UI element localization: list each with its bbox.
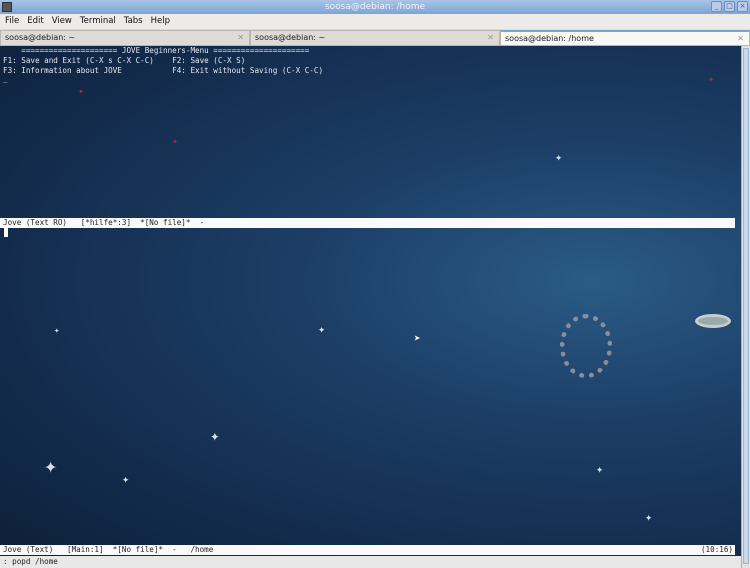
- close-tab-icon[interactable]: ✕: [487, 31, 494, 45]
- terminal-area[interactable]: ✦ ✦ ✦ ✦ ✦ ✦ ✦ ✦ ✦ ✦ ✦ ==================…: [0, 46, 741, 568]
- tab-label: soosa@debian: /home: [505, 34, 594, 43]
- top-mode-line: Jove (Text RO) [*hilfe*:3] *[No file]* -: [0, 218, 735, 228]
- mouse-pointer-icon: ➤: [414, 332, 421, 345]
- title-bar: soosa@debian: /home _ □ ×: [0, 0, 750, 14]
- minibuffer[interactable]: : popd /home: [0, 556, 741, 568]
- terminal-line: F3: Information about JOVE F4: Exit with…: [3, 66, 324, 75]
- menu-edit[interactable]: Edit: [27, 14, 43, 29]
- close-tab-icon[interactable]: ✕: [237, 31, 244, 45]
- star-icon: ✦: [122, 472, 130, 486]
- star-icon: ✦: [645, 510, 653, 524]
- scrollbar-thumb[interactable]: [743, 48, 749, 564]
- star-icon: ✦: [318, 322, 326, 336]
- menu-bar: File Edit View Terminal Tabs Help: [0, 14, 750, 29]
- star-icon: ✦: [210, 426, 220, 445]
- menu-terminal[interactable]: Terminal: [80, 14, 116, 29]
- text-cursor: [4, 228, 8, 237]
- terminal-cursor: _: [3, 74, 8, 83]
- clock: (10:16): [700, 545, 733, 554]
- star-icon: ✦: [555, 150, 563, 164]
- debian-swirl-icon: [560, 314, 612, 378]
- star-icon: ✦: [708, 74, 715, 85]
- tab-label: soosa@debian: ~: [5, 33, 76, 42]
- menu-view[interactable]: View: [52, 14, 72, 29]
- tab-3[interactable]: soosa@debian: /home ✕: [500, 30, 750, 46]
- tab-label: soosa@debian: ~: [255, 33, 326, 42]
- star-icon: ✦: [44, 454, 58, 479]
- window-title: soosa@debian: /home: [324, 2, 426, 12]
- close-window-button[interactable]: ×: [737, 1, 748, 12]
- tab-bar: soosa@debian: ~ ✕ soosa@debian: ~ ✕ soosa@…: [0, 30, 750, 46]
- menu-file[interactable]: File: [5, 14, 19, 29]
- tab-1[interactable]: soosa@debian: ~ ✕: [0, 30, 250, 46]
- bottom-mode-line: Jove (Text) [Main:1] *[No file]* - /home…: [0, 545, 735, 555]
- scrollbar[interactable]: [741, 46, 750, 568]
- close-tab-icon[interactable]: ✕: [737, 32, 744, 46]
- terminal-app-icon: [2, 2, 12, 12]
- minimize-button[interactable]: _: [711, 1, 722, 12]
- menu-help[interactable]: Help: [151, 14, 170, 29]
- star-icon: ✦: [78, 86, 85, 97]
- maximize-button[interactable]: □: [724, 1, 735, 12]
- terminal-line: ===================== JOVE Beginners-Men…: [3, 46, 310, 55]
- mode-line-text: Jove (Text) [Main:1] *[No file]* - /home: [3, 545, 214, 554]
- terminal-line: F1: Save and Exit (C-X s C-X C-C) F2: Sa…: [3, 56, 246, 65]
- tab-2[interactable]: soosa@debian: ~ ✕: [250, 30, 500, 46]
- menu-tabs[interactable]: Tabs: [124, 14, 143, 29]
- star-icon: ✦: [596, 462, 604, 476]
- planet-icon: [695, 314, 731, 328]
- star-icon: ✦: [54, 326, 60, 336]
- star-icon: ✦: [172, 136, 179, 147]
